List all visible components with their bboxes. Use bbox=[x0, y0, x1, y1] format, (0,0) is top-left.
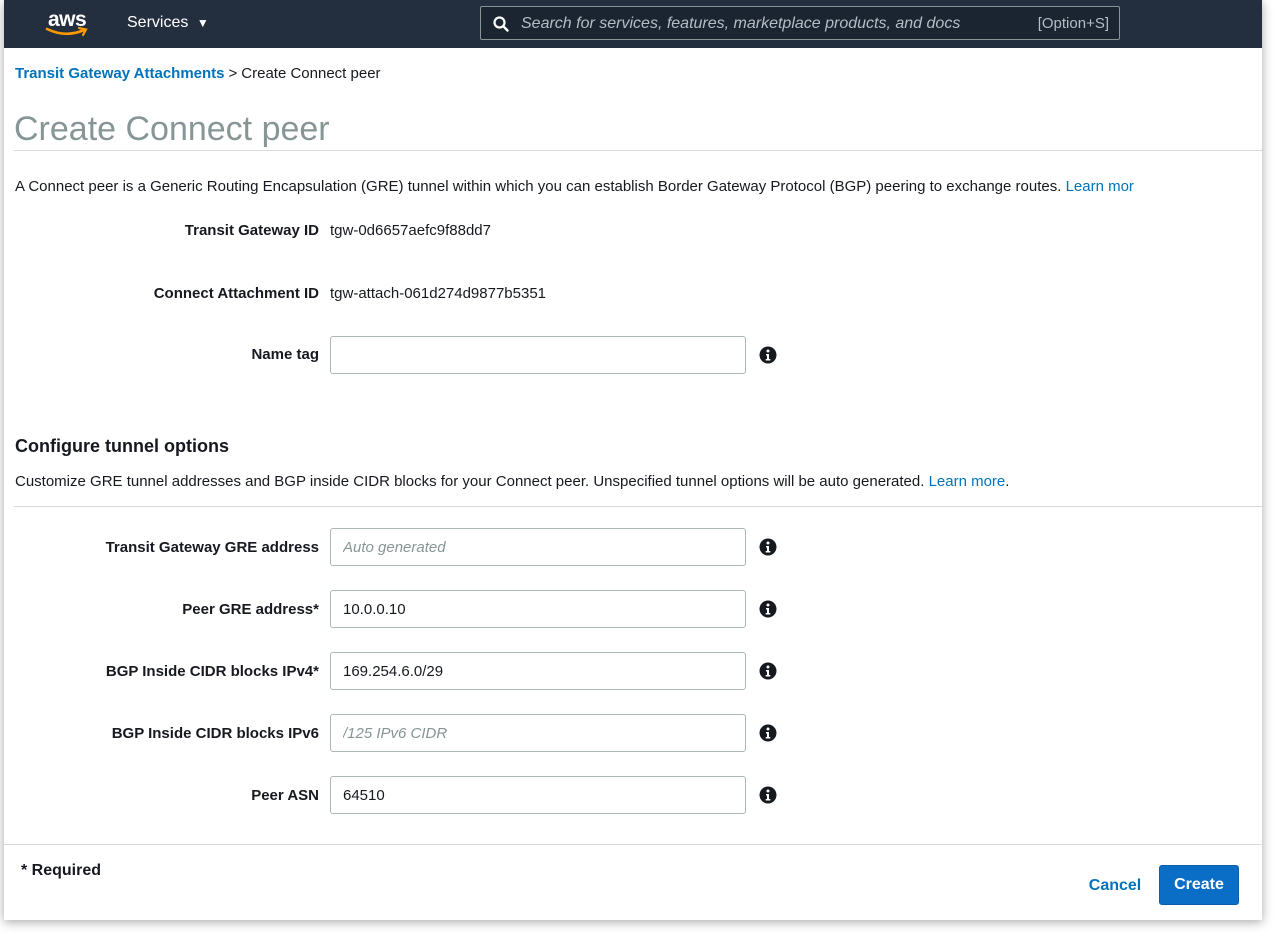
peer-asn-input[interactable] bbox=[330, 776, 746, 814]
aws-logo[interactable]: aws bbox=[44, 8, 94, 40]
footer-divider bbox=[4, 844, 1262, 845]
breadcrumb-transit-gateway-attachments[interactable]: Transit Gateway Attachments bbox=[15, 65, 225, 82]
bgp-ipv6-input[interactable] bbox=[330, 714, 746, 752]
tgw-gre-address-label: Transit Gateway GRE address bbox=[105, 539, 319, 556]
aws-smile-icon bbox=[45, 26, 88, 37]
tgw-gre-address-info-icon[interactable] bbox=[759, 538, 777, 556]
transit-gateway-id-label: Transit Gateway ID bbox=[184, 222, 319, 239]
search-shortcut: [Option+S] bbox=[1037, 15, 1109, 32]
name-tag-info-icon[interactable] bbox=[759, 346, 777, 364]
cancel-button[interactable]: Cancel bbox=[1080, 872, 1150, 900]
caret-down-icon: ▼ bbox=[196, 16, 209, 30]
required-note: * Required bbox=[21, 862, 102, 879]
tunnel-description-period: . bbox=[1005, 473, 1010, 490]
name-tag-label: Name tag bbox=[251, 346, 319, 363]
bgp-ipv4-info-icon[interactable] bbox=[759, 662, 777, 680]
peer-asn-info-icon[interactable] bbox=[759, 786, 777, 804]
breadcrumb-separator: > bbox=[228, 65, 238, 82]
bgp-ipv6-info-icon[interactable] bbox=[759, 724, 777, 742]
breadcrumb: Transit Gateway Attachments > Create Conne… bbox=[15, 65, 381, 82]
bgp-ipv4-label: BGP Inside CIDR blocks IPv4* bbox=[105, 663, 319, 680]
tgw-gre-address-input[interactable] bbox=[330, 528, 746, 566]
services-label: Services bbox=[127, 14, 189, 31]
search-input[interactable] bbox=[519, 11, 1003, 37]
services-menu[interactable]: Services ▼ bbox=[127, 14, 209, 32]
main-window: aws Services ▼ [Option+S] Transit Gatewa… bbox=[4, 0, 1262, 920]
name-tag-input[interactable] bbox=[330, 336, 746, 374]
top-nav-bar: aws Services ▼ [Option+S] bbox=[4, 0, 1262, 48]
tunnel-learn-more-link[interactable]: Learn more bbox=[929, 473, 1006, 490]
peer-gre-address-input[interactable] bbox=[330, 590, 746, 628]
transit-gateway-id-value: tgw-0d6657aefc9f88dd7 bbox=[330, 222, 491, 239]
peer-gre-address-label: Peer GRE address* bbox=[182, 601, 319, 618]
intro-text: A Connect peer is a Generic Routing Enca… bbox=[15, 178, 1134, 195]
search-icon bbox=[493, 16, 509, 32]
peer-asn-label: Peer ASN bbox=[251, 787, 319, 804]
peer-gre-address-info-icon[interactable] bbox=[759, 600, 777, 618]
tunnel-description-text: Customize GRE tunnel addresses and BGP i… bbox=[15, 473, 925, 490]
tunnel-options-description: Customize GRE tunnel addresses and BGP i… bbox=[15, 473, 1009, 490]
intro-learn-more-link[interactable]: Learn mor bbox=[1066, 178, 1134, 195]
breadcrumb-current: Create Connect peer bbox=[241, 65, 381, 82]
bgp-ipv6-label: BGP Inside CIDR blocks IPv6 bbox=[111, 725, 319, 742]
connect-attachment-id-label: Connect Attachment ID bbox=[153, 285, 319, 302]
search-box[interactable]: [Option+S] bbox=[480, 6, 1120, 40]
configure-tunnel-options-heading: Configure tunnel options bbox=[15, 436, 229, 456]
tunnel-divider bbox=[14, 506, 1262, 507]
create-button[interactable]: Create bbox=[1159, 865, 1239, 905]
bgp-ipv4-input[interactable] bbox=[330, 652, 746, 690]
connect-attachment-id-value: tgw-attach-061d274d9877b5351 bbox=[330, 285, 547, 302]
title-divider bbox=[14, 150, 1262, 151]
page-title: Create Connect peer bbox=[14, 110, 330, 148]
intro-description: A Connect peer is a Generic Routing Enca… bbox=[15, 178, 1062, 195]
